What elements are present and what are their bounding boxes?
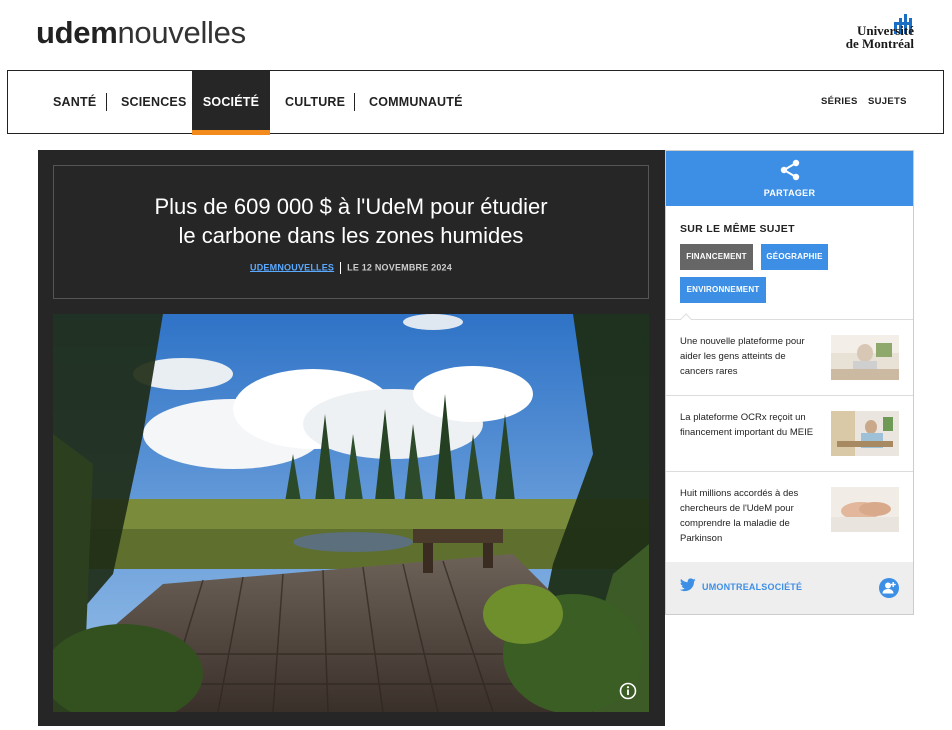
twitter-account-label: UMONTREALSOCIÉTÉ — [702, 582, 803, 592]
nav-item-societe[interactable]: SOCIÉTÉ — [192, 71, 270, 135]
site-header: udemnouvelles Université de Montréal — [0, 0, 952, 70]
main-navigation: SANTÉ SCIENCES SOCIÉTÉ CULTURE COMMUNAUT… — [7, 70, 944, 135]
related-article-thumbnail — [831, 335, 899, 380]
same-subject-heading: SUR LE MÊME SUJET — [680, 223, 795, 235]
related-article-thumbnail — [831, 487, 899, 532]
udem-nouvelles-logo[interactable]: udemnouvelles — [36, 14, 246, 52]
article-sidebar: PARTAGER SUR LE MÊME SUJET FINANCEMENT G… — [665, 150, 914, 615]
info-icon[interactable] — [619, 682, 637, 700]
publish-date: LE 12 NOVEMBRE 2024 — [347, 262, 452, 273]
article-title-line-1: Plus de 609 000 $ à l'UdeM pour étudier — [154, 194, 548, 219]
article-title-box: Plus de 609 000 $ à l'UdeM pour étudier … — [53, 165, 649, 299]
article-title: Plus de 609 000 $ à l'UdeM pour étudier … — [54, 192, 648, 250]
logo-bold-text: udem — [36, 15, 118, 50]
university-name: Université de Montréal — [846, 24, 914, 50]
active-tab-indicator — [192, 130, 270, 135]
nav-item-sujets[interactable]: SUJETS — [868, 71, 907, 133]
universite-de-montreal-logo[interactable]: Université de Montréal — [804, 14, 914, 54]
article-hero-photo — [53, 314, 649, 712]
nav-item-communaute[interactable]: COMMUNAUTÉ — [369, 71, 463, 133]
follow-user-icon[interactable] — [879, 578, 899, 598]
logo-light-text: nouvelles — [117, 15, 246, 50]
related-article-thumbnail — [831, 411, 899, 456]
share-label: PARTAGER — [763, 188, 816, 198]
nav-item-culture[interactable]: CULTURE — [285, 71, 345, 133]
nav-separator — [354, 93, 355, 111]
related-article[interactable]: Une nouvelle plateforme pour aider les g… — [666, 320, 913, 396]
wetland-boardwalk-image — [53, 314, 649, 712]
related-article[interactable]: La plateforme OCRx reçoit un financement… — [666, 396, 913, 472]
tag-environnement[interactable]: ENVIRONNEMENT — [680, 277, 766, 303]
related-article-title: La plateforme OCRx reçoit un financement… — [680, 412, 814, 438]
related-article-title: Huit millions accordés à des chercheurs … — [680, 488, 799, 544]
twitter-icon — [680, 578, 696, 592]
source-link[interactable]: UDEMNOUVELLES — [250, 262, 334, 272]
tag-financement[interactable]: FINANCEMENT — [680, 244, 753, 270]
article-main: Plus de 609 000 $ à l'UdeM pour étudier … — [38, 150, 665, 726]
nav-separator — [106, 93, 107, 111]
meta-separator — [340, 262, 342, 274]
related-article-title: Une nouvelle plateforme pour aider les g… — [680, 336, 805, 377]
nav-item-sciences[interactable]: SCIENCES — [121, 71, 187, 133]
share-button[interactable]: PARTAGER — [666, 151, 913, 206]
share-icon — [780, 159, 800, 181]
related-article[interactable]: Huit millions accordés à des chercheurs … — [666, 472, 913, 563]
nav-item-societe-label: SOCIÉTÉ — [202, 95, 260, 109]
article-meta: UDEMNOUVELLES LE 12 NOVEMBRE 2024 — [54, 262, 648, 274]
twitter-link[interactable]: UMONTREALSOCIÉTÉ — [666, 562, 913, 614]
university-line-2: de Montréal — [845, 36, 914, 51]
article-title-line-2: le carbone dans les zones humides — [178, 223, 524, 248]
nav-item-series[interactable]: SÉRIES — [821, 71, 858, 133]
nav-item-sante[interactable]: SANTÉ — [53, 71, 96, 133]
tag-geographie[interactable]: GÉOGRAPHIE — [761, 244, 828, 270]
